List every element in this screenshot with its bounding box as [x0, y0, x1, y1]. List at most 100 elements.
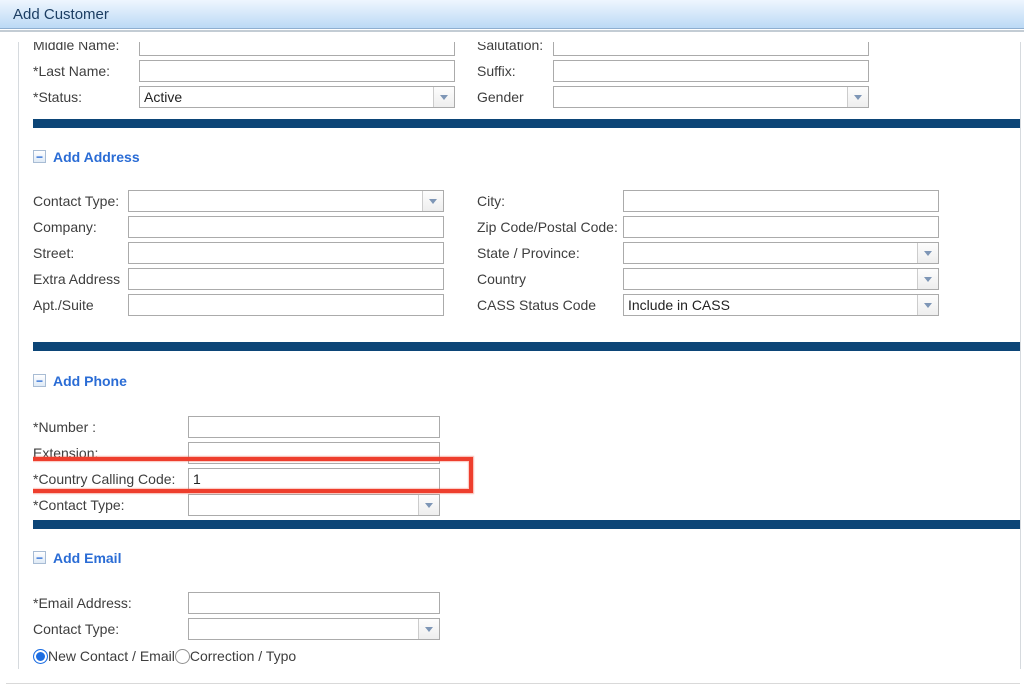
email-section-title: Add Email [53, 550, 121, 566]
form-row: *Contact Type: [33, 494, 1020, 516]
phone-section-header: − Add Phone [33, 373, 1020, 388]
form-row: Zip Code/Postal Code: [477, 216, 939, 238]
cass-status-code-dropdown-value: Include in CASS [624, 295, 917, 315]
contact-type-dropdown-value [129, 191, 422, 211]
number-input[interactable] [188, 416, 440, 438]
cass-status-code-dropdown-button[interactable] [917, 295, 938, 315]
form-row: Gender [477, 86, 869, 108]
last-name-input[interactable] [139, 60, 455, 82]
phone-section-title: Add Phone [53, 373, 127, 389]
street-input[interactable] [128, 242, 444, 264]
extra-address-label: Extra Address [33, 271, 128, 287]
contact-type-dropdown[interactable] [188, 618, 440, 640]
form-row: Street: [33, 242, 477, 264]
country-dropdown[interactable] [623, 268, 939, 290]
country-calling-code-label: *Country Calling Code: [33, 471, 188, 487]
radio-correction-typo[interactable] [175, 649, 190, 664]
state-province-dropdown-button[interactable] [917, 243, 938, 263]
form-row: CASS Status CodeInclude in CASS [477, 294, 939, 316]
zip-code-postal-code-label: Zip Code/Postal Code: [477, 219, 623, 235]
section-address: − Add Address Contact Type: Company: Stree… [33, 149, 1020, 320]
form-row: Middle Name: [33, 42, 477, 56]
state-province-label: State / Province: [477, 245, 623, 261]
form-row: Extra Address [33, 268, 477, 290]
suffix-label: Suffix: [477, 63, 553, 79]
email-address-label: *Email Address: [33, 595, 188, 611]
form-row: Extension: [33, 442, 1020, 464]
section-divider [33, 520, 1020, 529]
chevron-down-icon [854, 95, 862, 100]
chevron-down-icon [425, 627, 433, 632]
gender-dropdown[interactable] [553, 86, 869, 108]
contact-type-dropdown-button[interactable] [422, 191, 443, 211]
number-label: *Number : [33, 419, 188, 435]
contact-type-label: Contact Type: [33, 621, 188, 637]
form-row: State / Province: [477, 242, 939, 264]
form-row: *Country Calling Code: [33, 468, 1020, 490]
collapse-address-icon[interactable]: − [33, 150, 46, 163]
country-dropdown-value [624, 269, 917, 289]
zip-code-postal-code-input[interactable] [623, 216, 939, 238]
form-panel: Middle Name:*Last Name:*Status:Active Sa… [18, 42, 1021, 669]
form-row: Contact Type: [33, 190, 477, 212]
form-row: Country [477, 268, 939, 290]
scroll-clip-region: Middle Name:*Last Name:*Status:Active Sa… [33, 42, 1020, 664]
contact-type-dropdown-button[interactable] [418, 495, 439, 515]
status-dropdown[interactable]: Active [139, 86, 455, 108]
window-titlebar: Add Customer [0, 0, 1024, 29]
email-section-header: − Add Email [33, 550, 1020, 565]
collapse-email-icon[interactable]: − [33, 551, 46, 564]
status-dropdown-value: Active [140, 87, 433, 107]
country-label: Country [477, 271, 623, 287]
address-section-title: Add Address [53, 149, 140, 165]
company-input[interactable] [128, 216, 444, 238]
radio-new-contact-email-label: New Contact / Email [48, 648, 175, 664]
suffix-input[interactable] [553, 60, 869, 82]
form-row: Company: [33, 216, 477, 238]
street-label: Street: [33, 245, 128, 261]
section-email: − Add Email *Email Address: Contact Type:… [33, 550, 1020, 664]
titlebar-underline [0, 30, 1024, 32]
cass-status-code-dropdown[interactable]: Include in CASS [623, 294, 939, 316]
form-row: Suffix: [477, 60, 869, 82]
email-mode-radio-group: New Contact / EmailCorrection / Typo [33, 648, 1020, 664]
city-label: City: [477, 193, 623, 209]
gender-dropdown-button[interactable] [847, 87, 868, 107]
contact-type-dropdown[interactable] [128, 190, 444, 212]
extra-address-input[interactable] [128, 268, 444, 290]
apt-suite-label: Apt./Suite [33, 297, 128, 313]
gender-label: Gender [477, 89, 553, 105]
form-row: City: [477, 190, 939, 212]
chevron-down-icon [425, 503, 433, 508]
contact-type-dropdown-value [189, 619, 418, 639]
city-input[interactable] [623, 190, 939, 212]
country-calling-code-input[interactable] [188, 468, 440, 490]
middle-name-label: Middle Name: [33, 42, 139, 53]
section-phone: − Add Phone *Number : Extension: *Country … [33, 373, 1020, 516]
form-row: Apt./Suite [33, 294, 477, 316]
section-divider [33, 119, 1020, 128]
contact-type-dropdown-value [189, 495, 418, 515]
status-dropdown-button[interactable] [433, 87, 454, 107]
email-address-input[interactable] [188, 592, 440, 614]
contact-type-dropdown[interactable] [188, 494, 440, 516]
middle-name-input[interactable] [139, 42, 455, 56]
gender-dropdown-value [554, 87, 847, 107]
radio-new-contact-email[interactable] [33, 649, 48, 664]
chevron-down-icon [429, 199, 437, 204]
salutation-input[interactable] [553, 42, 869, 56]
form-row: *Status:Active [33, 86, 477, 108]
contact-type-label: *Contact Type: [33, 497, 188, 513]
contact-type-dropdown-button[interactable] [418, 619, 439, 639]
form-row: Contact Type: [33, 618, 1020, 640]
collapse-phone-icon[interactable]: − [33, 374, 46, 387]
state-province-dropdown[interactable] [623, 242, 939, 264]
salutation-label: Salutation: [477, 42, 553, 53]
country-dropdown-button[interactable] [917, 269, 938, 289]
section-divider [33, 342, 1020, 351]
state-province-dropdown-value [624, 243, 917, 263]
bottom-divider [6, 683, 1020, 684]
page-title: Add Customer [13, 6, 109, 23]
extension-input[interactable] [188, 442, 440, 464]
apt-suite-input[interactable] [128, 294, 444, 316]
